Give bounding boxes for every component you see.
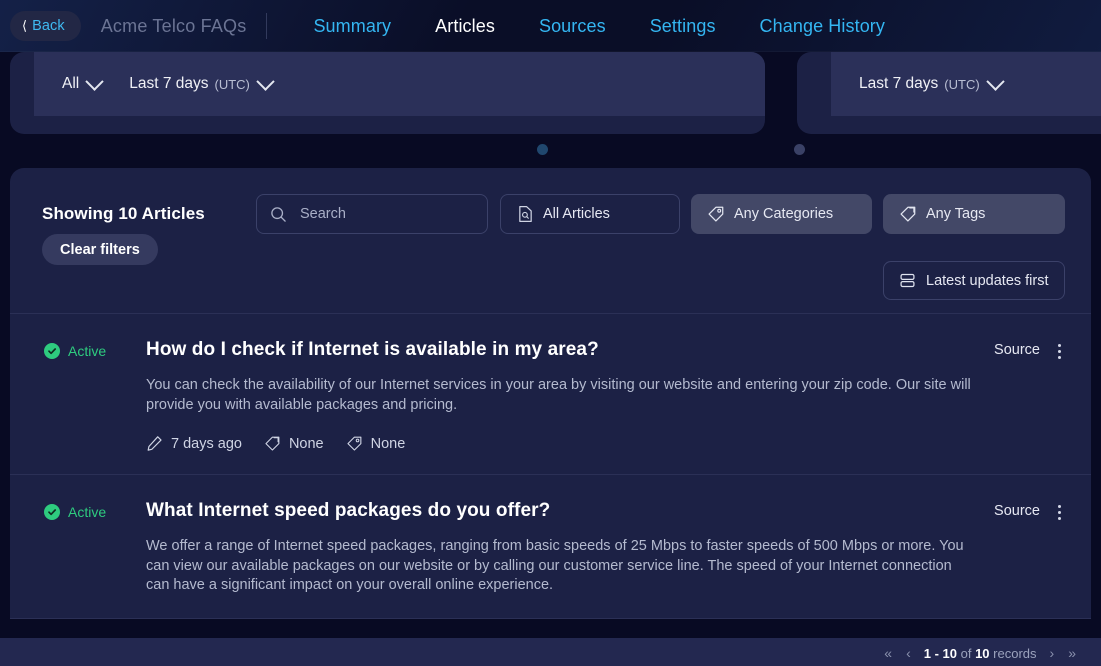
nav-item-change-history[interactable]: Change History	[738, 16, 907, 37]
pagination-next-button[interactable]: ›	[1049, 646, 1056, 660]
range-card-secondary-controls: Last 7 days (UTC)	[831, 52, 1101, 116]
scope-dropdown-value: All	[62, 75, 80, 92]
tag-icon	[346, 435, 363, 452]
articles-panel-shell: Showing 10 Articles Clear filters All Ar	[0, 168, 1101, 666]
chevron-left-icon: ⟨	[22, 18, 28, 33]
search-icon	[270, 206, 287, 223]
nav-item-articles[interactable]: Articles	[413, 16, 517, 37]
chevron-down-icon	[256, 71, 275, 91]
range-card-secondary: Last 7 days (UTC)	[797, 52, 1101, 134]
date-range-timezone-secondary: (UTC)	[944, 76, 980, 92]
table-row[interactable]: Active What Internet speed packages do y…	[10, 475, 1091, 619]
chevron-down-icon	[985, 71, 1005, 91]
nav-item-settings[interactable]: Settings	[628, 16, 738, 37]
search-input[interactable]	[300, 206, 470, 222]
back-button-label: Back	[32, 18, 65, 34]
filter-all-articles-label: All Articles	[543, 206, 610, 222]
status-badge-label: Active	[68, 504, 107, 520]
carousel-dot[interactable]	[794, 144, 805, 155]
pagination-bar: « ‹ 1 - 10 of 10 records › »	[0, 638, 1101, 666]
sort-order-label: Latest updates first	[926, 272, 1049, 289]
range-card-primary: All Last 7 days (UTC)	[10, 52, 765, 134]
tag-outline-icon	[899, 205, 917, 223]
tag-icon	[707, 205, 725, 223]
articles-list: Active How do I check if Internet is ava…	[10, 313, 1091, 619]
source-link[interactable]: Source	[994, 342, 1040, 358]
clear-filters-button[interactable]: Clear filters	[42, 234, 158, 265]
pagination-of-label: of	[960, 645, 972, 661]
status-badge: Active	[36, 499, 146, 596]
row-actions: Source	[994, 499, 1065, 596]
articles-panel: Showing 10 Articles Clear filters All Ar	[10, 168, 1091, 619]
article-snippet: We offer a range of Internet speed packa…	[146, 538, 964, 593]
top-navigation-bar: ⟨ Back Acme Telco FAQs Summary Articles …	[0, 0, 1101, 52]
article-updated: 7 days ago	[146, 435, 242, 452]
date-range-timezone: (UTC)	[214, 76, 250, 92]
filter-any-tags[interactable]: Any Tags	[883, 194, 1065, 234]
pagination-range: 1 - 10	[923, 645, 957, 661]
article-categories-label: None	[288, 435, 324, 452]
header-divider	[266, 13, 268, 39]
pagination-last-button[interactable]: »	[1067, 646, 1077, 660]
pagination-first-button[interactable]: «	[883, 646, 893, 660]
tag-outline-icon	[264, 435, 281, 452]
filter-toolbar: Showing 10 Articles Clear filters All Ar	[10, 168, 1091, 313]
nav-item-sources[interactable]: Sources	[517, 16, 628, 37]
article-updated-label: 7 days ago	[171, 435, 242, 452]
main-nav: Summary Articles Sources Settings Change…	[291, 16, 907, 37]
article-snippet: You can check the availability of our In…	[146, 377, 971, 413]
row-actions: Source	[994, 338, 1065, 452]
pagination-prev-button[interactable]: ‹	[905, 646, 912, 660]
carousel-indicators	[0, 144, 1101, 158]
filter-any-tags-label: Any Tags	[926, 206, 986, 222]
date-range-value: Last 7 days	[129, 75, 209, 92]
pencil-icon	[146, 435, 163, 452]
nav-item-summary[interactable]: Summary	[291, 16, 413, 37]
filter-any-categories[interactable]: Any Categories	[691, 194, 872, 234]
article-content: What Internet speed packages do you offe…	[146, 499, 994, 596]
more-options-icon[interactable]	[1054, 503, 1065, 522]
pagination-records-label: records	[993, 645, 1037, 661]
sort-rows-icon	[899, 272, 916, 289]
check-circle-icon	[44, 343, 60, 359]
more-options-icon[interactable]	[1054, 342, 1065, 361]
status-badge: Active	[36, 338, 146, 452]
filter-all-articles[interactable]: All Articles	[500, 194, 680, 234]
chevron-down-icon	[85, 71, 104, 91]
document-search-icon	[517, 205, 534, 223]
article-meta: 7 days ago None None	[146, 435, 980, 452]
table-row[interactable]: Active How do I check if Internet is ava…	[10, 314, 1091, 475]
status-badge-label: Active	[68, 343, 107, 359]
page-title: Acme Telco FAQs	[100, 15, 247, 36]
scope-dropdown[interactable]: All	[62, 71, 104, 93]
results-summary: Showing 10 Articles Clear filters	[42, 204, 205, 265]
article-tags-label: None	[370, 435, 406, 452]
carousel-dot-active[interactable]	[537, 144, 548, 155]
date-range-dropdown[interactable]: Last 7 days (UTC)	[129, 71, 275, 93]
article-title[interactable]: How do I check if Internet is available …	[146, 338, 980, 362]
range-cards-carousel: All Last 7 days (UTC) Last 7 days (UTC)	[0, 52, 1101, 162]
article-categories: None	[264, 435, 324, 452]
range-card-controls: All Last 7 days (UTC)	[34, 52, 765, 116]
pagination-status: 1 - 10 of 10 records	[924, 646, 1037, 661]
date-range-dropdown-secondary[interactable]: Last 7 days (UTC)	[859, 71, 1005, 93]
back-button[interactable]: ⟨ Back	[10, 11, 81, 41]
filter-any-categories-label: Any Categories	[734, 206, 834, 222]
search-input-wrapper[interactable]	[256, 194, 488, 234]
sort-order-button[interactable]: Latest updates first	[883, 261, 1065, 300]
article-content: How do I check if Internet is available …	[146, 338, 994, 452]
date-range-value-secondary: Last 7 days	[859, 75, 939, 92]
check-circle-icon	[44, 504, 60, 520]
pagination-total: 10	[975, 645, 990, 661]
showing-count-label: Showing 10 Articles	[42, 204, 205, 223]
article-tags: None	[346, 435, 406, 452]
article-title[interactable]: What Internet speed packages do you offe…	[146, 499, 980, 523]
source-link[interactable]: Source	[994, 503, 1040, 519]
